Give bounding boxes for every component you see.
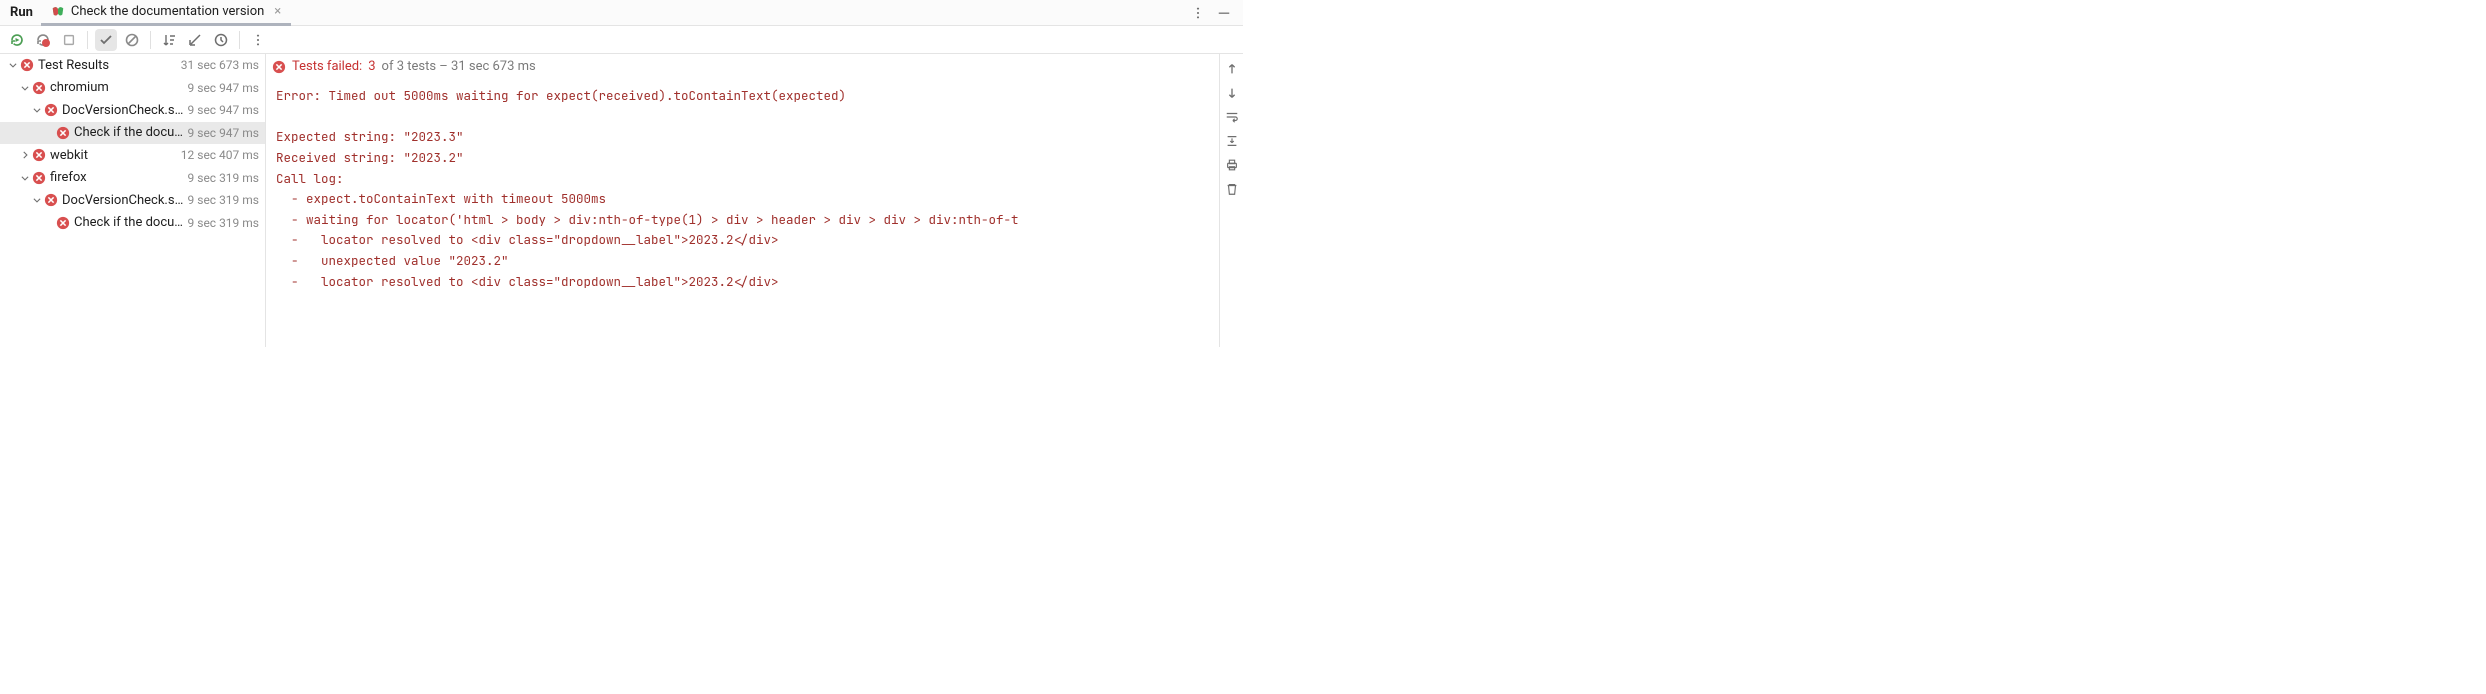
next-occurrence-icon[interactable] (1223, 84, 1241, 102)
soft-wrap-icon[interactable] (1223, 108, 1241, 126)
toolbar-more-button[interactable] (247, 29, 269, 51)
print-icon[interactable] (1223, 156, 1241, 174)
tree-row[interactable]: Test Results31 sec 673 ms (0, 54, 265, 77)
tree-node-duration: 9 sec 319 ms (184, 193, 259, 207)
rerun-failed-button[interactable] (32, 29, 54, 51)
rerun-button[interactable] (6, 29, 28, 51)
sort-button[interactable] (158, 29, 180, 51)
tree-node-label: firefox (50, 170, 184, 185)
tree-node-label: DocVersionCheck.spec.js (62, 193, 184, 208)
test-history-button[interactable] (210, 29, 232, 51)
tree-node-label: chromium (50, 80, 184, 95)
tree-row[interactable]: DocVersionCheck.spec.js9 sec 947 ms (0, 99, 265, 122)
tree-node-label: Check if the documentation version (74, 125, 184, 140)
tree-node-duration: 31 sec 673 ms (177, 58, 259, 72)
summary-rest: of 3 tests – 31 sec 673 ms (382, 59, 536, 74)
summary-prefix: Tests failed: (292, 59, 362, 74)
show-passed-toggle[interactable] (95, 29, 117, 51)
chevron-down-icon[interactable] (6, 58, 20, 72)
playwright-icon (51, 4, 65, 18)
chevron-down-icon[interactable] (18, 171, 32, 185)
scroll-to-end-icon[interactable] (1223, 132, 1241, 150)
show-ignored-toggle[interactable] (121, 29, 143, 51)
tree-node-label: DocVersionCheck.spec.js (62, 103, 184, 118)
tree-node-duration: 9 sec 319 ms (184, 216, 259, 230)
chevron-down-icon[interactable] (30, 193, 44, 207)
tree-node-label: Test Results (38, 58, 177, 73)
fail-status-icon (56, 216, 70, 230)
minimize-icon[interactable] (1215, 4, 1233, 22)
fail-status-icon (44, 193, 58, 207)
tree-leaf-spacer (42, 126, 56, 140)
fail-status-icon (32, 81, 46, 95)
test-tree[interactable]: Test Results31 sec 673 mschromium9 sec 9… (0, 54, 266, 347)
tree-node-label: Check if the documentation version (74, 215, 184, 230)
tab-label: Check the documentation version (71, 4, 264, 19)
tree-node-duration: 9 sec 947 ms (184, 103, 259, 117)
tree-node-duration: 12 sec 407 ms (177, 148, 259, 162)
fail-status-icon (20, 58, 34, 72)
fail-status-icon (32, 171, 46, 185)
tree-leaf-spacer (42, 216, 56, 230)
tree-row[interactable]: Check if the documentation version9 sec … (0, 212, 265, 235)
more-icon[interactable] (1189, 4, 1207, 22)
tree-row[interactable]: webkit12 sec 407 ms (0, 144, 265, 167)
clear-icon[interactable] (1223, 180, 1241, 198)
tree-row[interactable]: Check if the documentation version9 sec … (0, 122, 265, 145)
fail-status-icon (32, 148, 46, 162)
test-toolbar (0, 26, 1243, 54)
stop-button[interactable] (58, 29, 80, 51)
chevron-down-icon[interactable] (18, 81, 32, 95)
tree-row[interactable]: chromium9 sec 947 ms (0, 77, 265, 100)
tree-row[interactable]: DocVersionCheck.spec.js9 sec 319 ms (0, 189, 265, 212)
tool-window-title: Run (0, 5, 41, 20)
fail-status-icon (56, 126, 70, 140)
prev-occurrence-icon[interactable] (1223, 60, 1241, 78)
tree-row[interactable]: firefox9 sec 319 ms (0, 167, 265, 190)
fail-status-icon (272, 60, 286, 74)
test-summary: Tests failed: 3 of 3 tests – 31 sec 673 … (266, 54, 1219, 80)
expand-collapse-button[interactable] (184, 29, 206, 51)
chevron-down-icon[interactable] (30, 103, 44, 117)
tree-node-duration: 9 sec 947 ms (184, 81, 259, 95)
output-gutter (1219, 54, 1243, 347)
tree-node-duration: 9 sec 319 ms (184, 171, 259, 185)
summary-failed-count: 3 (368, 59, 375, 74)
tree-node-label: webkit (50, 148, 177, 163)
tool-window-header: Run Check the documentation version × (0, 0, 1243, 26)
run-configuration-tab[interactable]: Check the documentation version × (41, 0, 291, 26)
close-tab-icon[interactable]: × (270, 4, 285, 19)
chevron-right-icon[interactable] (18, 148, 32, 162)
fail-status-icon (44, 103, 58, 117)
tree-node-duration: 9 sec 947 ms (184, 126, 259, 140)
console-output[interactable]: Error: Timed out 5000ms waiting for expe… (266, 80, 1219, 302)
